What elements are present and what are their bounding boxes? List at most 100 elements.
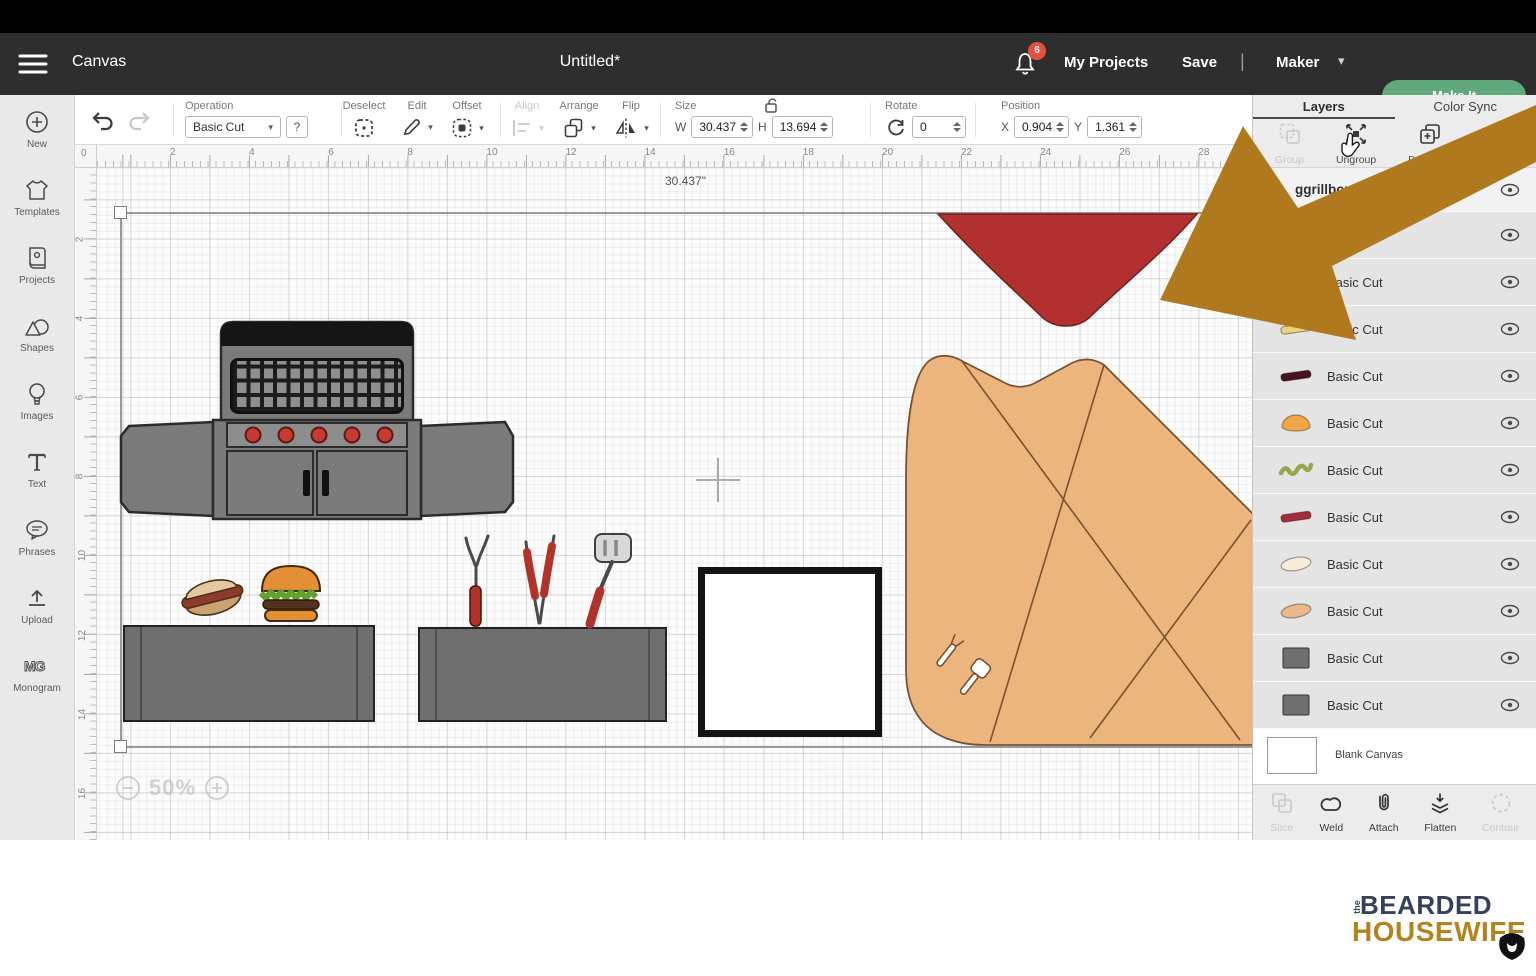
sidebar-item-phrases[interactable]: Phrases [0,503,74,571]
visibility-eye-icon[interactable] [1500,369,1520,383]
action-label: Weld [1319,822,1343,834]
ruler-mark: 8 [75,474,85,480]
shapes-icon [23,313,51,339]
envelope-template-graphic[interactable] [897,348,1252,748]
tab-layers[interactable]: Layers [1253,95,1395,119]
align-icon[interactable] [510,116,534,140]
ruler-mark: 2 [75,237,85,243]
grill-graphic[interactable] [117,318,517,528]
white-square-graphic[interactable] [698,567,882,737]
utensil-box-graphic[interactable] [418,627,667,722]
flip-icon[interactable] [613,116,639,140]
selection-handle-bottom-left[interactable] [114,740,127,753]
sidebar-item-label: Phrases [19,547,56,558]
sidebar-item-upload[interactable]: Upload [0,571,74,639]
rotate-input[interactable]: 0 [912,116,966,138]
visibility-eye-icon[interactable] [1500,698,1520,712]
card-box-graphic[interactable] [123,625,375,722]
contour-button[interactable]: Contour [1482,791,1519,834]
sidebar-item-templates[interactable]: Templates [0,163,74,231]
redo-button[interactable] [127,109,153,136]
zoom-in-icon[interactable] [204,775,230,801]
visibility-eye-icon[interactable] [1500,463,1520,477]
offset-icon[interactable] [450,116,474,140]
visibility-eye-icon[interactable] [1500,557,1520,571]
document-title[interactable]: Untitled* [480,53,700,71]
sidebar-item-images[interactable]: Images [0,367,74,435]
layer-row[interactable]: Basic Cut [1253,682,1536,729]
action-label: Group [1275,154,1304,166]
sidebar-item-projects[interactable]: Projects [0,231,74,299]
attach-button[interactable]: Attach [1369,791,1399,834]
hotdog-graphic[interactable] [174,568,251,629]
red-flap-graphic[interactable] [932,212,1222,337]
sidebar-item-new[interactable]: New [0,95,74,163]
height-stepper[interactable] [820,122,832,132]
visibility-eye-icon[interactable] [1500,322,1520,336]
burger-graphic[interactable] [257,563,325,625]
layer-swatch [1277,504,1317,530]
header-divider: | [1240,51,1245,72]
visibility-eye-icon[interactable] [1500,510,1520,524]
edit-pencil-icon[interactable] [401,116,423,138]
sidebar-item-monogram[interactable]: MGMonogram [0,639,74,707]
ruler-mark: 14 [645,147,656,158]
layer-row[interactable]: Basic Cut [1253,400,1536,447]
position-y-stepper[interactable] [1129,122,1141,132]
menu-icon[interactable] [18,53,48,75]
blank-canvas-row[interactable]: Blank Canvas [1253,733,1536,777]
visibility-eye-icon[interactable] [1500,651,1520,665]
arrange-icon[interactable] [562,116,586,140]
layer-row[interactable]: Basic Cut [1253,588,1536,635]
visibility-eye-icon[interactable] [1500,416,1520,430]
my-projects-link[interactable]: My Projects [1064,54,1148,71]
x-axis-label: X [1001,120,1009,134]
layer-row[interactable]: Basic Cut [1253,306,1536,353]
duplicate-button[interactable]: Duplicate [1408,121,1452,166]
slice-button[interactable]: Slice [1270,791,1294,834]
operation-group: Operation Basic Cut ▾ ? [185,100,308,138]
layer-row[interactable]: Basic Cut [1253,447,1536,494]
position-y-input[interactable]: 1.361 [1087,116,1142,138]
design-canvas[interactable]: 30.437" [97,168,1252,840]
group-button[interactable]: Group [1275,121,1304,166]
visibility-eye-icon[interactable] [1500,228,1520,242]
bbq-tools-graphic[interactable] [449,530,659,630]
sidebar-item-label: Upload [21,615,53,626]
layer-group-header[interactable]: ggrillboxcard-tbh [1253,168,1536,212]
rotate-stepper[interactable] [953,122,965,132]
position-x-input[interactable]: 0.904 [1014,116,1069,138]
lock-open-icon[interactable] [763,97,781,118]
layer-row[interactable]: Basic Cut [1253,212,1536,259]
grill-grate-graphic[interactable] [230,358,404,414]
visibility-eye-icon[interactable] [1500,275,1520,289]
rotate-icon[interactable] [885,116,907,138]
visibility-eye-icon[interactable] [1500,183,1520,197]
visibility-eye-icon[interactable] [1500,604,1520,618]
selection-handle-top-left[interactable] [114,206,127,219]
width-stepper[interactable] [740,122,752,132]
layer-row[interactable]: Basic Cut [1253,494,1536,541]
zoom-out-icon[interactable] [115,775,141,801]
layer-row[interactable]: Basic Cut [1253,541,1536,588]
delete-button[interactable]: Delete [1484,121,1514,166]
layer-row[interactable]: Basic Cut [1253,635,1536,682]
position-x-stepper[interactable] [1056,122,1068,132]
tab-color-sync[interactable]: Color Sync [1395,95,1536,119]
undo-button[interactable] [89,109,115,136]
deselect-icon[interactable] [352,116,376,140]
sidebar-item-text[interactable]: Text [0,435,74,503]
save-button[interactable]: Save [1182,54,1217,71]
position-label: Position [1001,100,1040,112]
operation-select[interactable]: Basic Cut ▾ [185,116,281,138]
layer-row[interactable]: Basic Cut [1253,259,1536,306]
width-input[interactable]: 30.437 [691,116,753,138]
height-input[interactable]: 13.694 [772,116,834,138]
ungroup-button[interactable]: Ungroup [1336,121,1376,166]
flatten-button[interactable]: Flatten [1424,791,1456,834]
machine-dropdown[interactable]: Maker [1276,54,1319,71]
sidebar-item-shapes[interactable]: Shapes [0,299,74,367]
layer-row[interactable]: Basic Cut [1253,353,1536,400]
operation-help-button[interactable]: ? [286,116,308,138]
weld-button[interactable]: Weld [1319,791,1343,834]
